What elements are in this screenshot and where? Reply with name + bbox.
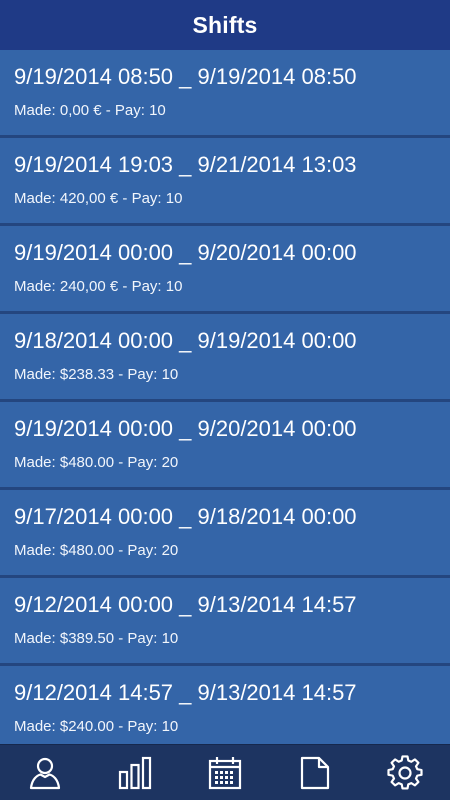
shift-date-range: 9/19/2014 00:00 _ 9/20/2014 00:00	[14, 416, 357, 441]
tab-profile[interactable]	[15, 745, 75, 800]
tab-reports[interactable]	[285, 745, 345, 800]
app-root: Shifts 9/19/2014 08:50 _ 9/19/2014 08:50…	[0, 0, 450, 800]
tab-calendar[interactable]	[195, 745, 255, 800]
shift-row[interactable]: 9/19/2014 19:03 _ 9/21/2014 13:03 Made: …	[0, 138, 450, 226]
shift-row[interactable]: 9/19/2014 08:50 _ 9/19/2014 08:50 Made: …	[0, 50, 450, 138]
bar-chart-icon	[118, 756, 152, 790]
gear-icon	[387, 755, 423, 790]
user-icon	[29, 757, 61, 790]
shift-list[interactable]: 9/19/2014 08:50 _ 9/19/2014 08:50 Made: …	[0, 50, 450, 744]
shift-earnings: Made: $389.50 - Pay: 10	[14, 630, 179, 647]
shift-earnings: Made: $480.00 - Pay: 20	[14, 454, 179, 471]
document-icon	[300, 756, 330, 790]
shift-date-range: 9/19/2014 08:50 _ 9/19/2014 08:50	[14, 64, 357, 89]
shift-row[interactable]: 9/19/2014 00:00 _ 9/20/2014 00:00 Made: …	[0, 402, 450, 490]
bottom-tab-bar	[0, 744, 450, 800]
shift-row[interactable]: 9/18/2014 00:00 _ 9/19/2014 00:00 Made: …	[0, 314, 450, 402]
shift-earnings: Made: 0,00 € - Pay: 10	[14, 102, 166, 119]
shift-earnings: Made: $240.00 - Pay: 10	[14, 718, 179, 735]
shift-date-range: 9/12/2014 14:57 _ 9/13/2014 14:57	[14, 680, 357, 705]
shift-row[interactable]: 9/17/2014 00:00 _ 9/18/2014 00:00 Made: …	[0, 490, 450, 578]
shift-earnings: Made: $238.33 - Pay: 10	[14, 366, 179, 383]
tab-settings[interactable]	[375, 745, 435, 800]
shift-date-range: 9/18/2014 00:00 _ 9/19/2014 00:00	[14, 328, 357, 353]
shift-row[interactable]: 9/12/2014 14:57 _ 9/13/2014 14:57 Made: …	[0, 666, 450, 744]
shift-row[interactable]: 9/12/2014 00:00 _ 9/13/2014 14:57 Made: …	[0, 578, 450, 666]
shift-earnings: Made: 420,00 € - Pay: 10	[14, 190, 183, 207]
tab-statistics[interactable]	[105, 745, 165, 800]
shift-row[interactable]: 9/19/2014 00:00 _ 9/20/2014 00:00 Made: …	[0, 226, 450, 314]
shift-date-range: 9/12/2014 00:00 _ 9/13/2014 14:57	[14, 592, 357, 617]
shift-earnings: Made: 240,00 € - Pay: 10	[14, 278, 183, 295]
shift-earnings: Made: $480.00 - Pay: 20	[14, 542, 179, 559]
page-title: Shifts	[192, 11, 258, 38]
shift-date-range: 9/19/2014 00:00 _ 9/20/2014 00:00	[14, 240, 357, 265]
shift-date-range: 9/19/2014 19:03 _ 9/21/2014 13:03	[14, 152, 357, 177]
title-bar: Shifts	[0, 0, 450, 50]
calendar-icon	[208, 757, 242, 790]
shift-date-range: 9/17/2014 00:00 _ 9/18/2014 00:00	[14, 504, 357, 529]
